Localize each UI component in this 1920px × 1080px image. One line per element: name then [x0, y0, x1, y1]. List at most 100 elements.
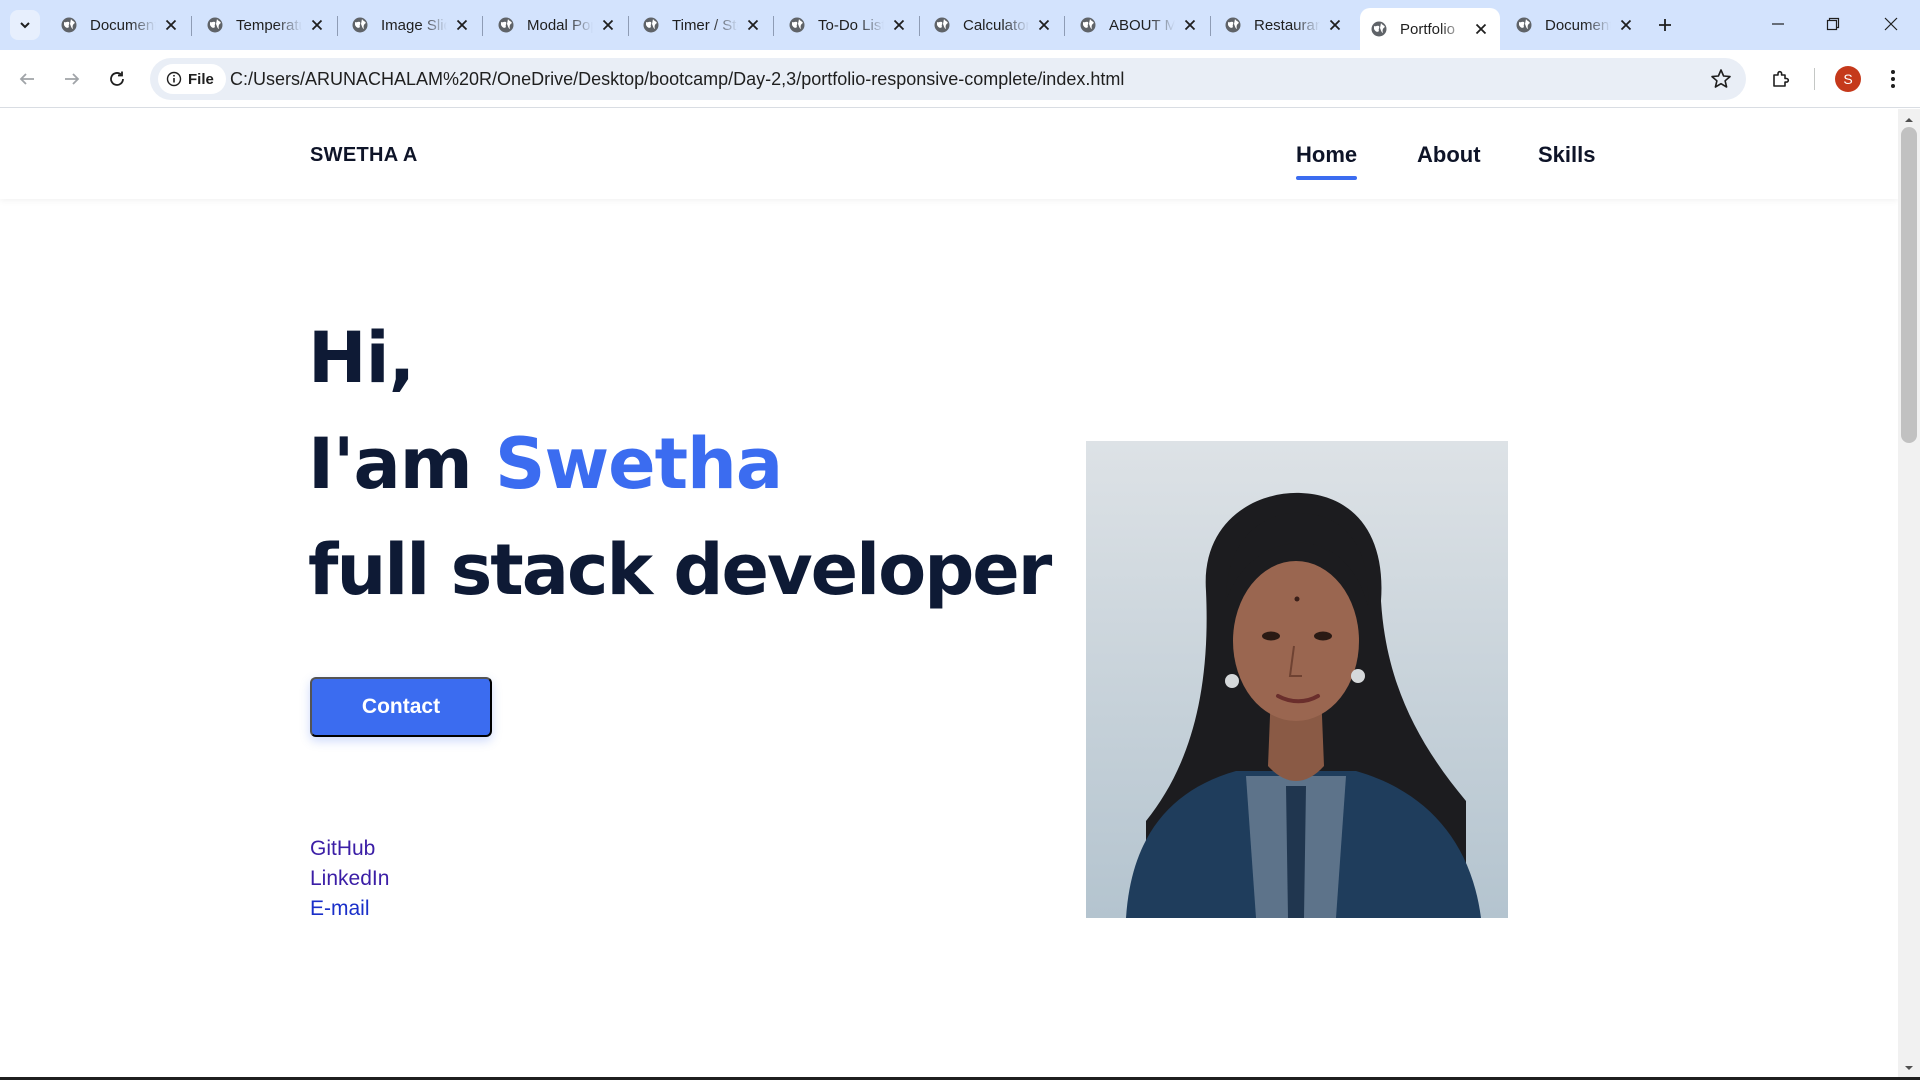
- restore-button[interactable]: [1813, 8, 1853, 40]
- globe-icon: [789, 17, 805, 33]
- contact-button[interactable]: Contact: [310, 677, 492, 737]
- close-icon: [1884, 17, 1898, 31]
- address-bar[interactable]: File C:/Users/ARUNACHALAM%20R/OneDrive/D…: [150, 58, 1746, 100]
- url-text[interactable]: C:/Users/ARUNACHALAM%20R/OneDrive/Deskto…: [230, 69, 1124, 90]
- new-tab-button[interactable]: [1650, 10, 1680, 40]
- close-icon: [1475, 23, 1487, 35]
- tab-close-button[interactable]: [1181, 16, 1199, 34]
- forward-button[interactable]: [56, 63, 88, 95]
- browser-tab[interactable]: To-Do List: [778, 8, 918, 42]
- close-icon: [747, 19, 759, 31]
- reload-icon: [110, 71, 124, 86]
- browser-tab[interactable]: Temperature: [196, 8, 336, 42]
- close-icon: [1038, 19, 1050, 31]
- tab-separator: [191, 16, 192, 36]
- hero-name: Swetha: [495, 423, 783, 505]
- reload-button[interactable]: [101, 63, 133, 95]
- profile-photo-illustration: [1086, 441, 1508, 918]
- tab-separator: [337, 16, 338, 36]
- page-viewport: SWETHA A Home About Skills Hi, I'am Swet…: [0, 109, 1898, 1077]
- tab-close-button[interactable]: [1035, 16, 1053, 34]
- chevron-down-icon: [20, 22, 30, 29]
- tab-close-button[interactable]: [453, 16, 471, 34]
- browser-tab[interactable]: Document: [50, 8, 190, 42]
- tab-close-button[interactable]: [1326, 16, 1344, 34]
- minimize-button[interactable]: [1758, 8, 1798, 40]
- browser-tab-title: Calculator: [963, 16, 1029, 34]
- tab-close-button[interactable]: [599, 16, 617, 34]
- page-scrollbar[interactable]: [1898, 109, 1920, 1077]
- browser-menu-button[interactable]: [1878, 63, 1908, 95]
- browser-tab[interactable]: Modal Popup: [487, 8, 627, 42]
- globe-icon: [934, 17, 950, 33]
- close-icon: [1620, 19, 1632, 31]
- close-icon: [1184, 19, 1196, 31]
- globe-icon: [1516, 17, 1532, 33]
- tab-separator: [1064, 16, 1065, 36]
- arrow-right-icon: [65, 73, 80, 85]
- browser-tab[interactable]: Timer / Stopwatch: [632, 8, 772, 42]
- browser-tab-title: Restaurant: [1254, 16, 1320, 34]
- tab-search-button[interactable]: [10, 10, 40, 40]
- site-info-chip[interactable]: File: [158, 64, 226, 94]
- site-brand[interactable]: SWETHA A: [310, 144, 418, 167]
- browser-toolbar: File C:/Users/ARUNACHALAM%20R/OneDrive/D…: [0, 50, 1920, 108]
- linkedin-link[interactable]: LinkedIn: [310, 867, 389, 891]
- scrollbar-thumb[interactable]: [1901, 127, 1917, 443]
- email-link[interactable]: E-mail: [310, 897, 370, 921]
- close-icon: [456, 19, 468, 31]
- tab-separator: [919, 16, 920, 36]
- hero-intro-prefix: I'am: [308, 423, 473, 505]
- bookmark-star-icon[interactable]: [1710, 68, 1732, 90]
- nav-link-home[interactable]: Home: [1296, 142, 1358, 180]
- close-icon: [893, 19, 905, 31]
- browser-tab-title: Timer / Stopwatch: [672, 16, 738, 34]
- browser-tab[interactable]: Restaurant: [1214, 8, 1354, 42]
- close-icon: [165, 19, 177, 31]
- close-window-button[interactable]: [1871, 8, 1911, 40]
- tab-close-button[interactable]: [890, 16, 908, 34]
- toolbar-divider: [1814, 68, 1815, 90]
- close-icon: [602, 19, 614, 31]
- browser-tab[interactable]: Calculator: [923, 8, 1063, 42]
- browser-tab-title: Document: [90, 16, 156, 34]
- tab-close-button[interactable]: [162, 16, 180, 34]
- tab-close-button[interactable]: [744, 16, 762, 34]
- browser-tab-title: Portfolio: [1400, 20, 1456, 38]
- browser-tab-title: Document: [1545, 16, 1611, 34]
- github-link[interactable]: GitHub: [310, 837, 375, 861]
- globe-icon: [498, 17, 514, 33]
- tab-close-button[interactable]: [308, 16, 326, 34]
- close-icon: [311, 19, 323, 31]
- nav-link-about[interactable]: About: [1417, 142, 1481, 168]
- kebab-menu-icon: [1891, 70, 1895, 88]
- tab-close-button[interactable]: [1472, 20, 1490, 38]
- globe-icon: [207, 17, 223, 33]
- hero-role: full stack developer: [308, 529, 1052, 611]
- globe-icon: [1225, 17, 1241, 33]
- minimize-icon: [1772, 23, 1784, 25]
- browser-tab-title: ABOUT ME: [1109, 16, 1175, 34]
- hero-intro: I'am Swetha: [308, 423, 783, 505]
- globe-icon: [643, 17, 659, 33]
- plus-icon: [1659, 19, 1671, 31]
- nav-link-skills[interactable]: Skills: [1538, 142, 1595, 168]
- globe-icon: [1080, 17, 1096, 33]
- tab-strip: Document Temperature Image Slider Modal Pop…: [0, 0, 1920, 50]
- extensions-button[interactable]: [1764, 62, 1798, 96]
- browser-tab-title: Image Slider: [381, 16, 447, 34]
- browser-tab[interactable]: Document: [1505, 8, 1645, 42]
- browser-tab[interactable]: Portfolio: [1360, 8, 1500, 50]
- back-button[interactable]: [11, 63, 43, 95]
- puzzle-icon: [1773, 70, 1790, 87]
- tab-close-button[interactable]: [1617, 16, 1635, 34]
- profile-photo: [1086, 441, 1508, 918]
- scroll-down-arrow-icon[interactable]: [1904, 1063, 1914, 1073]
- profile-avatar[interactable]: S: [1835, 66, 1861, 92]
- browser-tab-title: Temperature: [236, 16, 302, 34]
- browser-tab[interactable]: Image Slider: [341, 8, 481, 42]
- arrow-left-icon: [19, 73, 34, 85]
- browser-tab[interactable]: ABOUT ME: [1069, 8, 1209, 42]
- hero-greeting: Hi,: [308, 317, 415, 399]
- scroll-up-arrow-icon[interactable]: [1904, 115, 1914, 125]
